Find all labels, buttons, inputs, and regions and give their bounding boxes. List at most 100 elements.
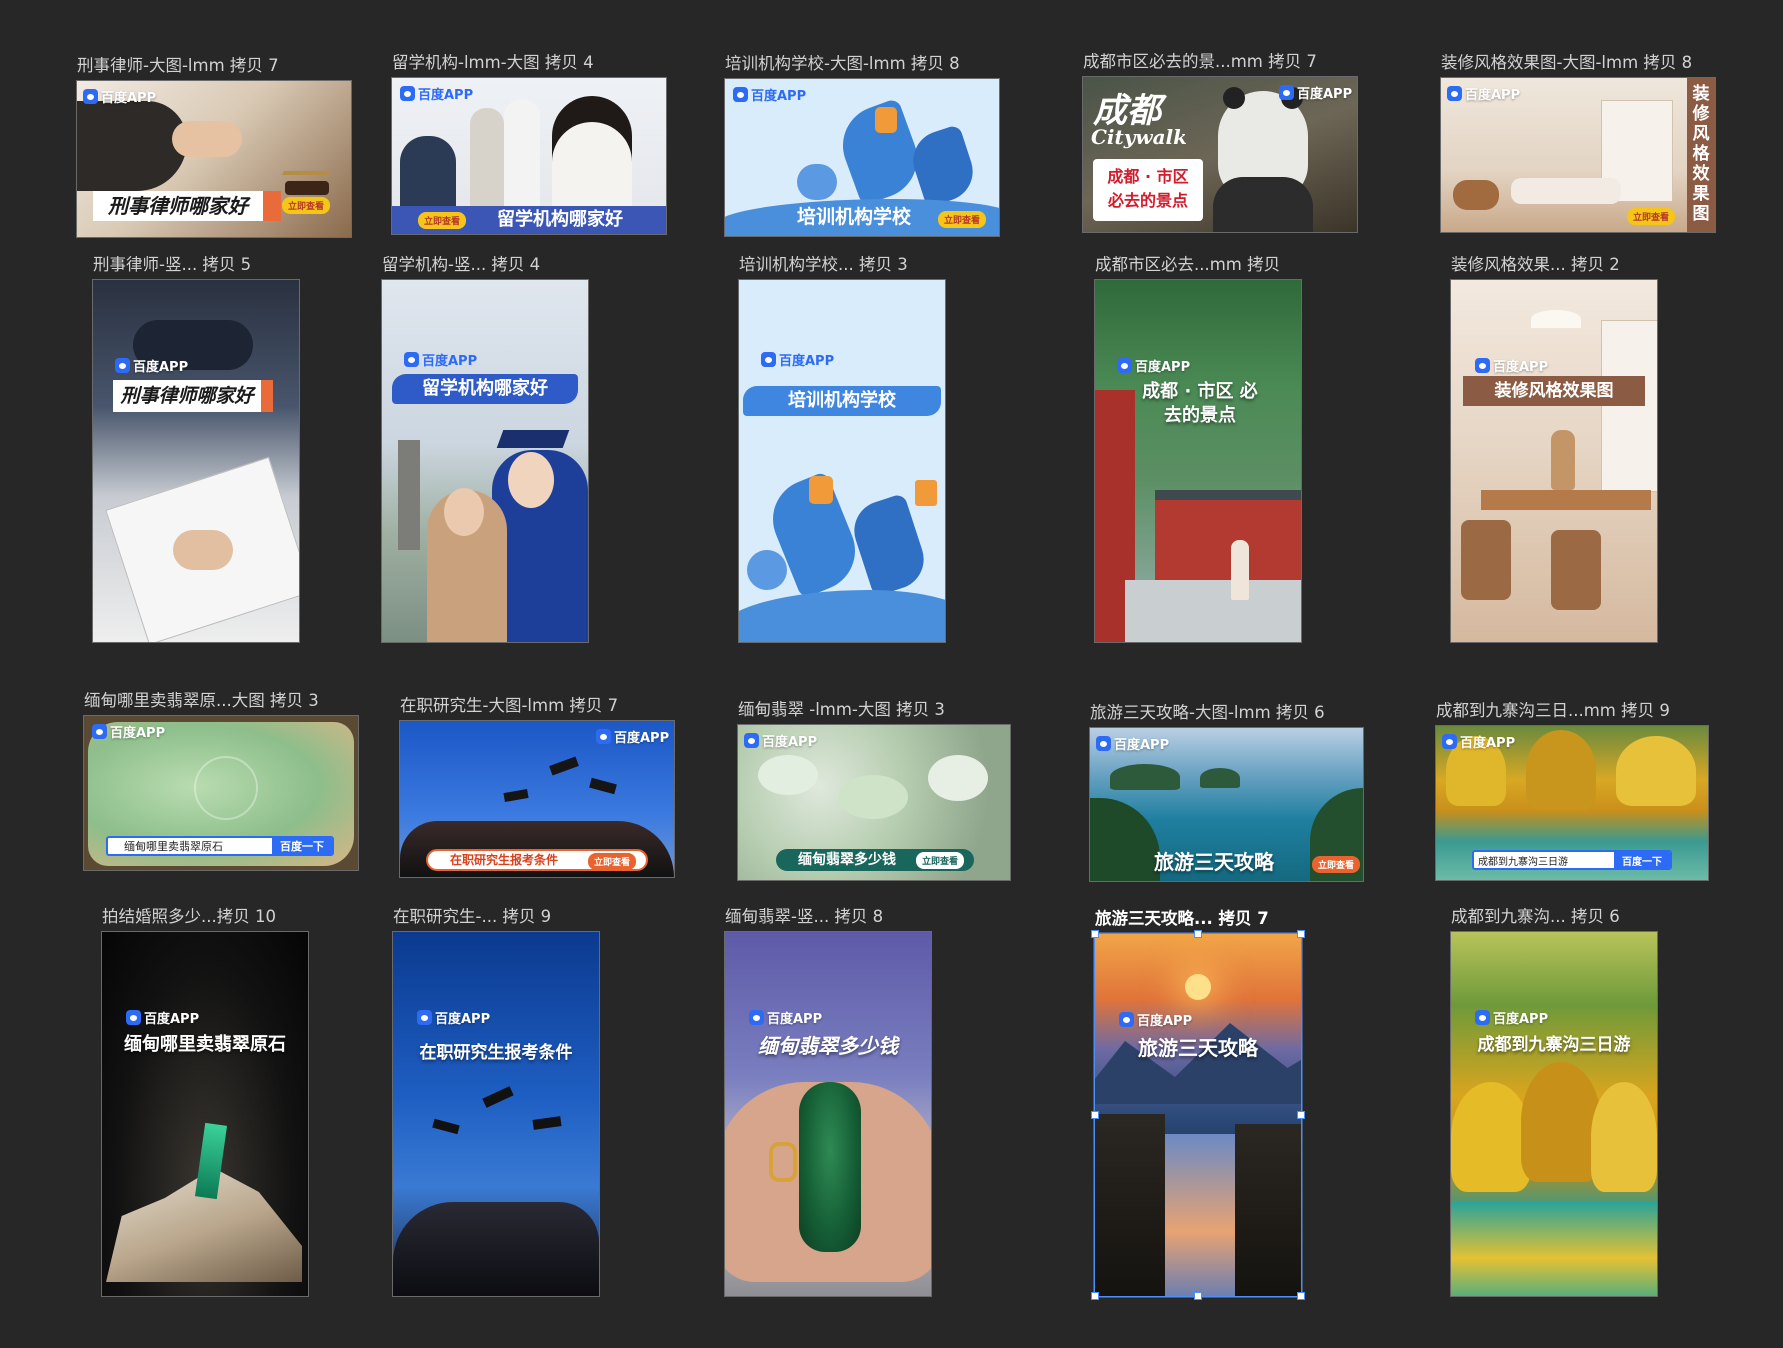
artboard-title[interactable]: 留学机构-竖... 拷贝 4: [382, 254, 540, 276]
river-shape: [1165, 1134, 1235, 1296]
artboard-title[interactable]: 缅甸翡翠-竖... 拷贝 8: [725, 906, 883, 928]
person-shape: [400, 136, 456, 216]
cap-shape: [482, 1086, 514, 1108]
artboard-title[interactable]: 在职研究生-大图-lmm 拷贝 7: [400, 695, 618, 717]
artboard-training-portrait[interactable]: 培训机构学校... 拷贝 3 百度APP 培训机构学校: [739, 255, 945, 642]
artboard-study-abroad-landscape[interactable]: 留学机构-lmm-大图 拷贝 4 百度APP 立即查看 留学机构哪家好: [392, 53, 666, 234]
artboard-lawyer-portrait[interactable]: 刑事律师-竖... 拷贝 5 百度APP 刑事律师哪家好: [93, 255, 299, 642]
cap-shape: [532, 1116, 562, 1130]
baidu-logo: 百度APP: [83, 87, 156, 106]
resize-handle-e[interactable]: [1297, 1111, 1305, 1119]
paw-icon: [417, 1010, 432, 1025]
artboard-title[interactable]: 培训机构学校-大图-lmm 拷贝 8: [725, 53, 960, 75]
artboard-frame: 百度APP 培训机构学校 立即查看: [725, 79, 999, 236]
mother-face: [444, 488, 484, 536]
resize-handle-s[interactable]: [1194, 1292, 1202, 1300]
artboard-title[interactable]: 装修风格效果... 拷贝 2: [1451, 254, 1620, 276]
artboard-title[interactable]: 刑事律师-竖... 拷贝 5: [93, 254, 251, 276]
artboard-decor-landscape[interactable]: 装修风格效果图-大图-lmm 拷贝 8 装修风格效果图 百度APP 立即查看: [1441, 53, 1715, 232]
gavel-shape: [285, 181, 329, 195]
artboard-travel-portrait[interactable]: 旅游三天攻略... 拷贝 7 百度APP 旅游三天攻略: [1091, 909, 1305, 1300]
artboard-decor-portrait[interactable]: 装修风格效果... 拷贝 2 百度APP 装修风格效果图: [1451, 255, 1657, 642]
headline-text: 留学机构哪家好: [497, 209, 623, 230]
artboard-travel-landscape[interactable]: 旅游三天攻略-大图-lmm 拷贝 6 百度APP 旅游三天攻略 立即查看: [1090, 703, 1363, 881]
resize-handle-se[interactable]: [1297, 1292, 1305, 1300]
resize-handle-n[interactable]: [1194, 930, 1202, 938]
artboard-title[interactable]: 成都到九寨沟三日...mm 拷贝 9: [1436, 700, 1670, 722]
vase-shape: [1551, 430, 1575, 490]
artboard-title[interactable]: 培训机构学校... 拷贝 3: [739, 254, 908, 276]
tree-shape: [1591, 1082, 1657, 1192]
artboard-title[interactable]: 缅甸翡翠 -lmm-大图 拷贝 3: [738, 699, 945, 721]
resize-handle-ne[interactable]: [1297, 930, 1305, 938]
cta-button: 立即查看: [588, 853, 637, 870]
headline-vertical: 装修风格效果图: [1692, 84, 1710, 224]
search-bar: 成都到九寨沟三日游 百度一下: [1472, 850, 1672, 870]
paw-icon: [1279, 85, 1294, 100]
artboard-jiuzhai-portrait[interactable]: 成都到九寨沟... 拷贝 6 百度APP 成都到九寨沟三日游: [1451, 907, 1657, 1296]
artboard-frame: 百度APP 立即查看 留学机构哪家好: [392, 78, 666, 234]
paw-icon: [1447, 86, 1462, 101]
resize-handle-sw[interactable]: [1091, 1292, 1099, 1300]
crowd-shape: [393, 1202, 599, 1296]
artboard-jade-price-landscape[interactable]: 缅甸翡翠 -lmm-大图 拷贝 3 百度APP 缅甸翡翠多少钱 立即查看: [738, 700, 1010, 880]
cap-shape: [432, 1118, 460, 1135]
artboard-frame: 百度APP 刑事律师哪家好: [93, 280, 299, 642]
resize-handle-w[interactable]: [1091, 1111, 1099, 1119]
baidu-logo: 百度APP: [126, 1008, 199, 1027]
artboard-title[interactable]: 成都市区必去的景...mm 拷贝 7: [1083, 51, 1317, 73]
artboard-chengdu-portrait[interactable]: 成都市区必去...mm 拷贝 百度APP 成都 · 市区 必去的景点: [1095, 255, 1301, 642]
artboard-frame: 百度APP 在职研究生报考条件: [393, 932, 599, 1296]
artboard-title[interactable]: 缅甸哪里卖翡翠原...大图 拷贝 3: [84, 690, 319, 712]
artboard-frame: 百度APP 旅游三天攻略: [1095, 934, 1301, 1296]
artboard-title[interactable]: 在职研究生-... 拷贝 9: [393, 906, 551, 928]
artboard-grad-study-landscape[interactable]: 在职研究生-大图-lmm 拷贝 7 百度APP 在职研究生报考条件 立即查看: [400, 696, 674, 877]
resize-handle-nw[interactable]: [1091, 930, 1099, 938]
baidu-logo: 百度APP: [1475, 1008, 1548, 1027]
baidu-logo: 百度APP: [1096, 734, 1169, 753]
artboard-frame: 百度APP 装修风格效果图: [1451, 280, 1657, 642]
artboard-lawyer-landscape[interactable]: 刑事律师-大图-lmm 拷贝 7 百度APP 刑事律师哪家好 立即查看: [77, 56, 351, 237]
jade-pile: [928, 755, 988, 801]
cta-button: 立即查看: [916, 852, 965, 869]
artboard-grad-study-portrait[interactable]: 在职研究生-... 拷贝 9 百度APP 在职研究生报考条件: [393, 907, 599, 1296]
paw-icon: [115, 358, 130, 373]
artboard-title[interactable]: 旅游三天攻略... 拷贝 7: [1095, 908, 1269, 930]
baidu-logo: 百度APP: [733, 85, 806, 104]
backpack-shape: [809, 476, 833, 504]
artboard-frame: 百度APP 缅甸翡翠多少钱: [725, 932, 931, 1296]
headline-text: 旅游三天攻略: [1154, 850, 1274, 874]
artboard-frame: 百度APP 成都 · 市区 必去的景点: [1095, 280, 1301, 642]
baidu-logo: 百度APP: [1119, 1010, 1192, 1029]
artboard-frame: 百度APP 留学机构哪家好: [382, 280, 588, 642]
artboard-jade-price-portrait[interactable]: 缅甸翡翠-竖... 拷贝 8 百度APP 缅甸翡翠多少钱: [725, 907, 931, 1296]
headline-text: 培训机构学校: [797, 206, 912, 228]
tree-shape: [1451, 1082, 1531, 1192]
artboard-frame: 百度APP 培训机构学校: [739, 280, 945, 642]
design-canvas[interactable]: 刑事律师-大图-lmm 拷贝 7 百度APP 刑事律师哪家好 立即查看 留学机构…: [0, 0, 1783, 1348]
artboard-title[interactable]: 拍结婚照多少...拷贝 10: [102, 906, 276, 928]
headline-pill: 缅甸翡翠多少钱 立即查看: [776, 849, 974, 871]
artboard-title[interactable]: 刑事律师-大图-lmm 拷贝 7: [77, 55, 279, 77]
pagoda-shape: [398, 440, 420, 550]
artboard-training-landscape[interactable]: 培训机构学校-大图-lmm 拷贝 8 百度APP 培训机构学校 立即查看: [725, 54, 999, 236]
cliff-shape: [1090, 798, 1160, 881]
artboard-title[interactable]: 留学机构-lmm-大图 拷贝 4: [392, 52, 594, 74]
artboard-title[interactable]: 成都到九寨沟... 拷贝 6: [1451, 906, 1620, 928]
artboard-title[interactable]: 装修风格效果图-大图-lmm 拷贝 8: [1441, 52, 1692, 74]
artboard-title[interactable]: 成都市区必去...mm 拷贝: [1095, 254, 1280, 276]
runner-figure: [797, 164, 837, 200]
baidu-logo: 百度APP: [749, 1008, 822, 1027]
cap-shape: [549, 756, 579, 776]
table-shape: [1481, 490, 1651, 510]
baidu-logo: 百度APP: [1117, 356, 1190, 375]
script-subtitle: Citywalk: [1091, 125, 1188, 149]
artboard-jiuzhai-landscape[interactable]: 成都到九寨沟三日...mm 拷贝 9 百度APP 成都到九寨沟三日游 百度一下: [1436, 701, 1708, 880]
artboard-study-abroad-portrait[interactable]: 留学机构-竖... 拷贝 4 百度APP 留学机构哪家好: [382, 255, 588, 642]
paw-icon: [1475, 358, 1490, 373]
jade-pile: [758, 755, 818, 795]
artboard-jade-stone-landscape[interactable]: 缅甸哪里卖翡翠原...大图 拷贝 3 百度APP 缅甸哪里卖翡翠原石 百度一下: [84, 691, 358, 870]
artboard-title[interactable]: 旅游三天攻略-大图-lmm 拷贝 6: [1090, 702, 1325, 724]
artboard-chengdu-landscape[interactable]: 成都市区必去的景...mm 拷贝 7 成都 Citywalk 成都 · 市区 必…: [1083, 52, 1357, 232]
artboard-jade-stone-portrait[interactable]: 拍结婚照多少...拷贝 10 百度APP 缅甸哪里卖翡翠原石: [102, 907, 308, 1296]
